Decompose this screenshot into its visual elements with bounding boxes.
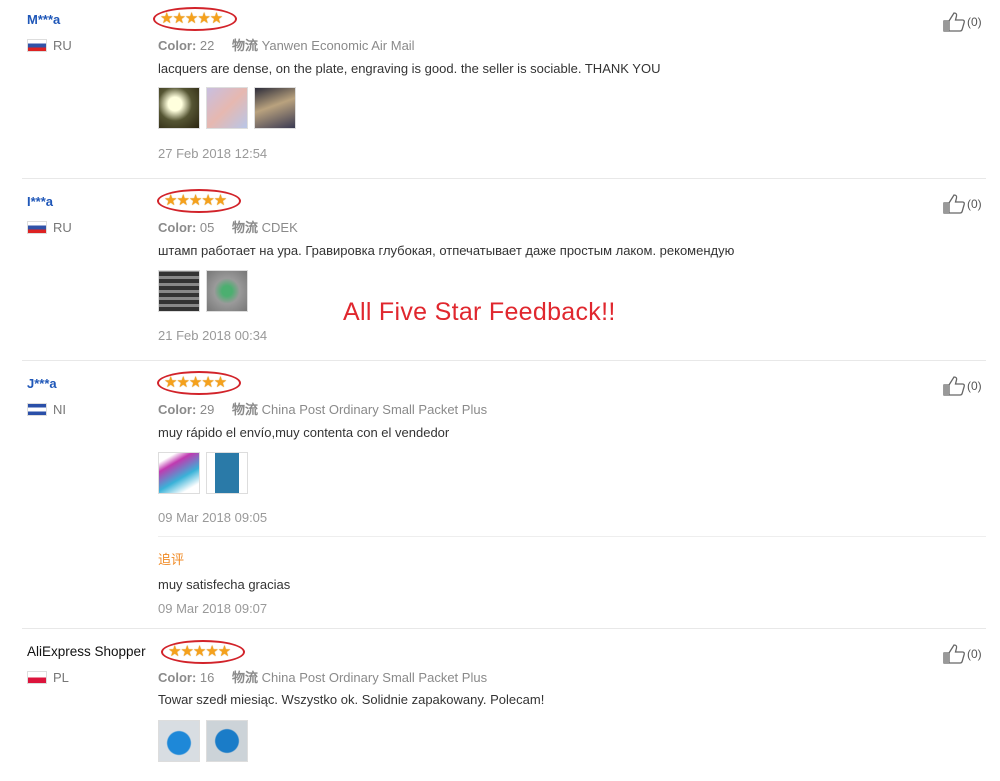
review-photos bbox=[158, 720, 248, 762]
color-value: 22 bbox=[199, 38, 215, 53]
reviewer-country: NI bbox=[27, 402, 66, 417]
helpful-button[interactable]: (0) bbox=[943, 194, 982, 214]
promo-annotation: All Five Star Feedback!! bbox=[343, 298, 616, 326]
color-label: Color: bbox=[158, 220, 197, 235]
reviewer-name[interactable]: J***a bbox=[27, 376, 57, 391]
review-date: 27 Feb 2018 12:54 bbox=[158, 146, 268, 161]
divider bbox=[22, 360, 986, 361]
shipping-label: 物流 bbox=[232, 220, 259, 235]
followup-divider bbox=[158, 536, 986, 537]
reviewer-name[interactable]: M***a bbox=[27, 12, 60, 27]
followup-date: 09 Mar 2018 09:07 bbox=[158, 601, 268, 616]
color-value: 16 bbox=[199, 670, 215, 685]
followup-text: muy satisfecha gracias bbox=[158, 577, 291, 592]
country-code: PL bbox=[53, 670, 69, 685]
thumbs-up-icon bbox=[943, 644, 967, 664]
color-value: 05 bbox=[199, 220, 215, 235]
reviewer-name[interactable]: AliExpress Shopper bbox=[27, 644, 146, 659]
review-photo[interactable] bbox=[254, 87, 296, 129]
reviewer-country: RU bbox=[27, 220, 72, 235]
star-rating: ★★★★★ bbox=[153, 7, 238, 32]
review-meta: Color: 05 物流 CDEK bbox=[158, 217, 298, 236]
color-label: Color: bbox=[158, 402, 197, 417]
flag-ni-icon bbox=[27, 403, 47, 416]
color-value: 29 bbox=[199, 402, 215, 417]
review-photo[interactable] bbox=[206, 720, 248, 762]
stars-icon: ★★★★★ bbox=[164, 374, 227, 391]
review-meta: Color: 29 物流 China Post Ordinary Small P… bbox=[158, 399, 487, 418]
shipping-value: China Post Ordinary Small Packet Plus bbox=[261, 402, 488, 417]
divider bbox=[22, 628, 986, 629]
flag-ru-icon bbox=[27, 39, 47, 52]
review-text: Towar szedł miesiąc. Wszystko ok. Solidn… bbox=[158, 692, 545, 707]
divider bbox=[22, 178, 986, 179]
stars-icon: ★★★★★ bbox=[160, 10, 223, 27]
helpful-button[interactable]: (0) bbox=[943, 644, 982, 664]
review-meta: Color: 22 物流 Yanwen Economic Air Mail bbox=[158, 35, 415, 54]
helpful-count: (0) bbox=[967, 379, 982, 393]
review-date: 21 Feb 2018 00:34 bbox=[158, 328, 268, 343]
review-date: 09 Mar 2018 09:05 bbox=[158, 510, 268, 525]
country-code: NI bbox=[53, 402, 66, 417]
country-code: RU bbox=[53, 38, 72, 53]
reviewer-country: PL bbox=[27, 670, 69, 685]
color-label: Color: bbox=[158, 670, 197, 685]
helpful-button[interactable]: (0) bbox=[943, 12, 982, 32]
review-photo[interactable] bbox=[158, 452, 200, 494]
flag-ru-icon bbox=[27, 221, 47, 234]
helpful-button[interactable]: (0) bbox=[943, 376, 982, 396]
color-label: Color: bbox=[158, 38, 197, 53]
review-text: lacquers are dense, on the plate, engrav… bbox=[158, 61, 661, 76]
review-photo[interactable] bbox=[206, 452, 248, 494]
review-photos bbox=[158, 87, 296, 129]
reviewer-country: RU bbox=[27, 38, 72, 53]
country-code: RU bbox=[53, 220, 72, 235]
review-photo[interactable] bbox=[206, 87, 248, 129]
helpful-count: (0) bbox=[967, 647, 982, 661]
followup-label: 追评 bbox=[158, 552, 185, 567]
flag-pl-icon bbox=[27, 671, 47, 684]
thumbs-up-icon bbox=[943, 376, 967, 396]
thumbs-up-icon bbox=[943, 12, 967, 32]
review-photo[interactable] bbox=[206, 270, 248, 312]
shipping-label: 物流 bbox=[232, 670, 259, 685]
shipping-value: CDEK bbox=[261, 220, 298, 235]
shipping-label: 物流 bbox=[232, 38, 259, 53]
review-text: штамп работает на ура. Гравировка глубок… bbox=[158, 243, 735, 258]
shipping-value: Yanwen Economic Air Mail bbox=[261, 38, 415, 53]
review-text: muy rápido el envío,muy contenta con el … bbox=[158, 425, 450, 440]
review-photos bbox=[158, 452, 248, 494]
reviewer-name[interactable]: I***a bbox=[27, 194, 53, 209]
helpful-count: (0) bbox=[967, 15, 982, 29]
thumbs-up-icon bbox=[943, 194, 967, 214]
review-photo[interactable] bbox=[158, 87, 200, 129]
review-photo[interactable] bbox=[158, 270, 200, 312]
star-rating: ★★★★★ bbox=[157, 371, 242, 396]
star-rating: ★★★★★ bbox=[161, 640, 246, 665]
review-meta: Color: 16 物流 China Post Ordinary Small P… bbox=[158, 667, 487, 686]
star-rating: ★★★★★ bbox=[157, 189, 242, 214]
stars-icon: ★★★★★ bbox=[168, 643, 231, 660]
review-photo[interactable] bbox=[158, 720, 200, 762]
shipping-label: 物流 bbox=[232, 402, 259, 417]
helpful-count: (0) bbox=[967, 197, 982, 211]
stars-icon: ★★★★★ bbox=[164, 192, 227, 209]
review-photos bbox=[158, 270, 248, 312]
shipping-value: China Post Ordinary Small Packet Plus bbox=[261, 670, 488, 685]
